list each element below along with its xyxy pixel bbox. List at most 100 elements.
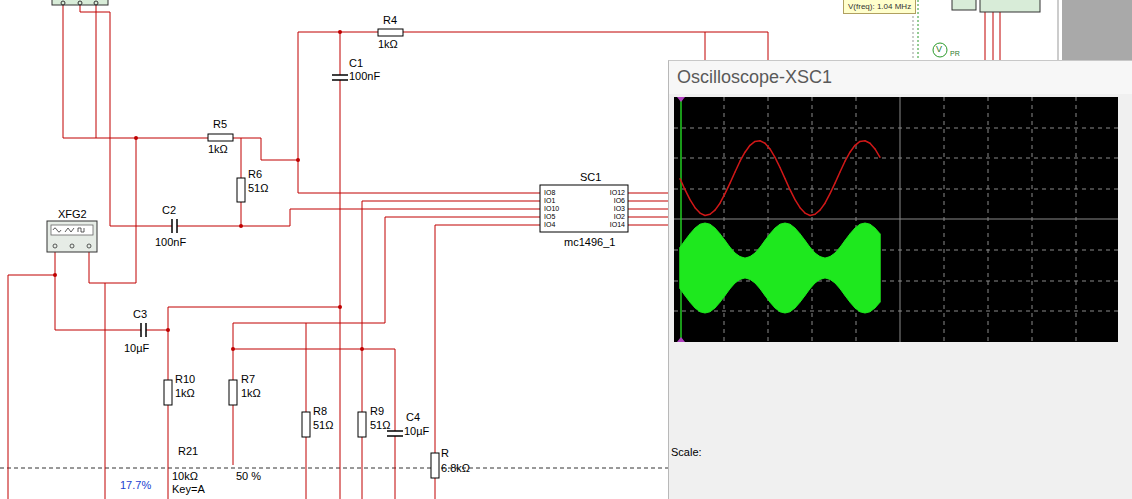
wire[interactable]	[385, 217, 386, 323]
wire[interactable]	[168, 405, 169, 499]
function-generator[interactable]	[47, 221, 97, 252]
channel-b-point	[880, 234, 881, 302]
wire[interactable]	[80, 12, 110, 13]
resistor-icon[interactable]	[302, 412, 310, 437]
capacitor-icon[interactable]	[141, 323, 146, 337]
resistor-icon[interactable]	[164, 380, 172, 405]
instrument-box[interactable]	[52, 0, 108, 5]
wire[interactable]	[233, 323, 234, 380]
capacitor-icon[interactable]	[387, 431, 403, 436]
chip-pin: IO6	[614, 197, 625, 205]
component-value: 51Ω	[248, 182, 268, 195]
instrument-box[interactable]	[980, 0, 1040, 12]
channel-b-point	[755, 253, 756, 283]
wire[interactable]	[306, 437, 307, 499]
component-label: R6	[248, 168, 262, 181]
wire[interactable]	[8, 275, 55, 276]
resistor-icon[interactable]	[431, 453, 439, 478]
wire[interactable]	[705, 32, 706, 60]
channel-b-point	[775, 228, 776, 308]
wire[interactable]	[233, 405, 234, 465]
channel-a-point	[849, 152, 850, 153]
component-label: C1	[349, 57, 363, 70]
grid-line	[674, 311, 1118, 312]
wire[interactable]	[96, 0, 97, 138]
wire[interactable]	[261, 138, 262, 160]
probe-icon[interactable]	[933, 43, 947, 57]
wire[interactable]	[1000, 12, 1001, 60]
wire[interactable]	[362, 437, 363, 499]
capacitor-icon[interactable]	[172, 219, 177, 233]
wire[interactable]	[435, 478, 436, 499]
window-title[interactable]: Oscilloscope-XSC1	[669, 61, 1132, 94]
resistor-icon[interactable]	[358, 412, 366, 437]
wire[interactable]	[241, 138, 242, 178]
wire[interactable]	[105, 283, 106, 499]
wire[interactable]	[89, 283, 136, 284]
wire[interactable]	[403, 32, 768, 33]
wire[interactable]	[362, 201, 540, 202]
wire[interactable]	[168, 307, 340, 308]
component-label: C2	[162, 204, 176, 217]
wire[interactable]	[146, 330, 168, 331]
mc1496-chip[interactable]	[540, 185, 628, 232]
wire[interactable]	[290, 209, 540, 210]
wire[interactable]	[55, 252, 56, 330]
wire[interactable]	[435, 225, 436, 453]
wire[interactable]	[628, 217, 668, 218]
resistor-icon[interactable]	[237, 178, 245, 202]
wire[interactable]	[628, 201, 668, 202]
chip-pin: IO1	[544, 197, 555, 205]
channel-b-point	[795, 228, 796, 308]
wire[interactable]	[993, 12, 994, 60]
resistor-icon[interactable]	[229, 380, 237, 405]
chip-part: mc1496_1	[564, 236, 615, 249]
junction-dot	[338, 305, 342, 309]
wire[interactable]	[261, 160, 298, 161]
wire[interactable]	[628, 225, 668, 226]
resistor-icon[interactable]	[208, 134, 233, 141]
wire[interactable]	[177, 226, 290, 227]
scope-screen[interactable]	[674, 97, 1118, 342]
wire[interactable]	[362, 201, 363, 412]
wire[interactable]	[55, 330, 141, 331]
wire[interactable]	[340, 80, 341, 499]
trigger-marker-icon[interactable]	[677, 97, 685, 102]
wire[interactable]	[435, 225, 540, 226]
wire[interactable]	[110, 226, 172, 227]
probe-label: PR	[950, 49, 960, 58]
wire[interactable]	[340, 32, 341, 75]
channel-a-point	[834, 183, 835, 184]
wire[interactable]	[168, 307, 169, 380]
wire[interactable]	[395, 436, 396, 499]
wire[interactable]	[395, 349, 396, 431]
wire[interactable]	[628, 193, 668, 194]
resistor-icon[interactable]	[378, 29, 403, 36]
wire[interactable]	[298, 32, 299, 193]
wire[interactable]	[985, 10, 986, 60]
instrument-box[interactable]	[952, 0, 976, 10]
wire[interactable]	[768, 32, 769, 60]
sheet-border	[0, 468, 668, 469]
capacitor-icon[interactable]	[332, 75, 348, 80]
wire[interactable]	[290, 209, 291, 226]
oscilloscope-window[interactable]: Oscilloscope-XSC1Scale:	[668, 60, 1132, 499]
wire[interactable]	[233, 349, 395, 350]
wire[interactable]	[306, 323, 307, 412]
component-label: C3	[133, 308, 147, 321]
wire[interactable]	[136, 138, 137, 283]
wire[interactable]	[628, 209, 668, 210]
cursor-line[interactable]	[680, 97, 682, 342]
wire[interactable]	[298, 193, 540, 194]
wire[interactable]	[241, 202, 242, 226]
wire[interactable]	[233, 323, 385, 324]
trigger-marker-icon[interactable]	[677, 337, 685, 342]
wire[interactable]	[233, 138, 261, 139]
channel-a-point	[864, 140, 865, 141]
wire[interactable]	[63, 0, 64, 138]
wire[interactable]	[385, 217, 540, 218]
junction-dot	[231, 347, 235, 351]
wire[interactable]	[110, 12, 111, 226]
wire[interactable]	[89, 252, 90, 283]
wire[interactable]	[8, 275, 9, 499]
